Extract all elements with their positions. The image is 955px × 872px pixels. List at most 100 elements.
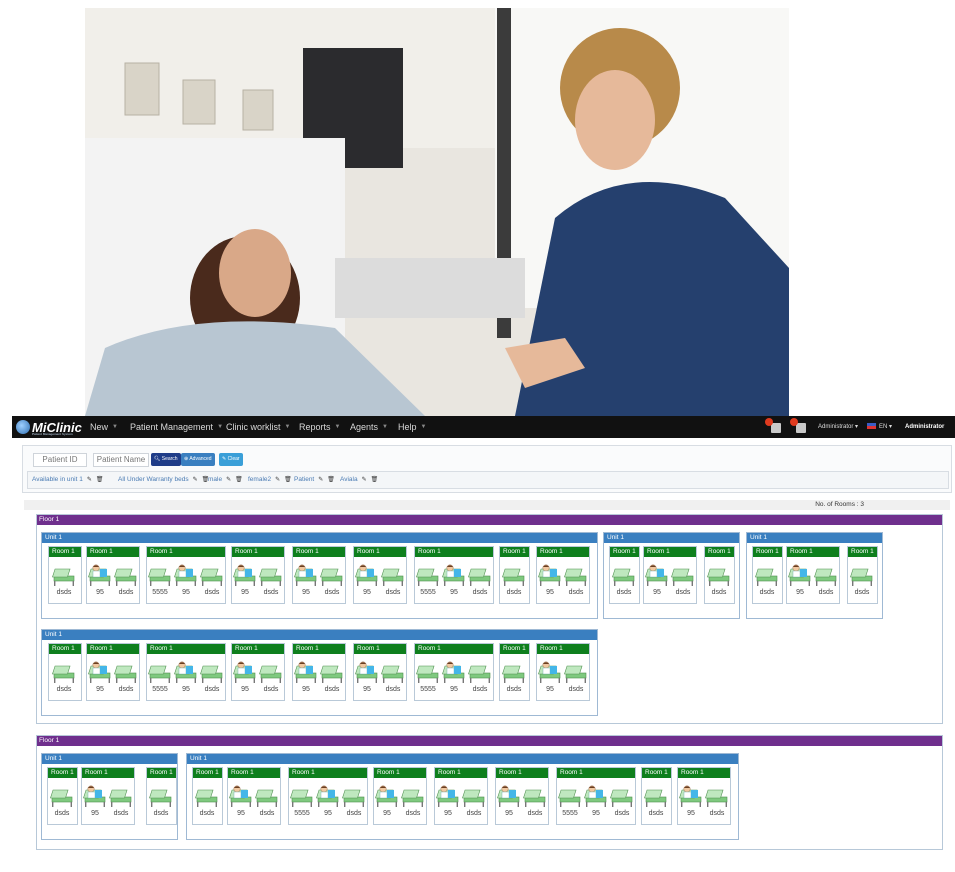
trash-icon[interactable]: 🗑 <box>327 477 335 483</box>
room-header[interactable]: Room 1 <box>48 768 77 778</box>
empty-bed[interactable]: dsds <box>465 658 495 698</box>
pencil-icon[interactable]: ✎ <box>193 477 198 483</box>
empty-bed[interactable]: dsds <box>49 561 79 601</box>
empty-bed[interactable]: dsds <box>317 561 347 601</box>
empty-bed[interactable]: dsds <box>847 561 877 601</box>
unit-header[interactable]: Unit 1 <box>42 754 177 764</box>
room-header[interactable]: Room 1 <box>435 768 487 778</box>
room-header[interactable]: Room 1 <box>147 644 225 654</box>
empty-bed[interactable]: dsds <box>641 782 671 822</box>
room-header[interactable]: Room 1 <box>500 547 529 557</box>
saved-filter[interactable]: male ✎ 🗑 <box>208 472 243 488</box>
empty-bed[interactable]: dsds <box>256 561 286 601</box>
room-header[interactable]: Room 1 <box>374 768 426 778</box>
room-header[interactable]: Room 1 <box>193 768 222 778</box>
empty-bed[interactable]: dsds <box>317 658 347 698</box>
patient-name-input[interactable]: Patient Name <box>93 453 149 467</box>
clear-button[interactable]: ✎ Clear <box>219 453 243 466</box>
empty-bed[interactable]: dsds <box>111 561 141 601</box>
room-header[interactable]: Room 1 <box>87 644 139 654</box>
notifications-icon[interactable] <box>765 418 781 433</box>
empty-bed[interactable]: dsds <box>398 782 428 822</box>
pencil-icon[interactable]: ✎ <box>362 477 367 483</box>
language-dropdown[interactable]: EN ▾ <box>867 416 892 438</box>
empty-bed[interactable]: dsds <box>256 658 286 698</box>
empty-bed[interactable]: dsds <box>111 658 141 698</box>
menu-help[interactable]: Help ▼ <box>398 416 426 438</box>
empty-bed[interactable]: dsds <box>561 561 591 601</box>
room-header[interactable]: Room 1 <box>642 768 671 778</box>
saved-filter[interactable]: Available in unit 1 ✎ 🗑 <box>32 472 104 488</box>
empty-bed[interactable]: dsds <box>561 658 591 698</box>
menu-patient-management[interactable]: Patient Management ▼ <box>130 416 223 438</box>
room-header[interactable]: Room 1 <box>644 547 696 557</box>
room-header[interactable]: Room 1 <box>500 644 529 654</box>
room-header[interactable]: Room 1 <box>293 547 345 557</box>
menu-agents[interactable]: Agents ▼ <box>350 416 388 438</box>
pencil-icon[interactable]: ✎ <box>275 477 280 483</box>
empty-bed[interactable]: dsds <box>146 782 176 822</box>
room-header[interactable]: Room 1 <box>415 644 493 654</box>
empty-bed[interactable]: dsds <box>609 561 639 601</box>
room-header[interactable]: Room 1 <box>848 547 877 557</box>
menu-new[interactable]: New ▼ <box>90 416 118 438</box>
room-header[interactable]: Room 1 <box>753 547 782 557</box>
unit-header[interactable]: Unit 1 <box>42 533 597 543</box>
room-header[interactable]: Room 1 <box>49 547 81 557</box>
empty-bed[interactable]: dsds <box>49 658 79 698</box>
empty-bed[interactable]: dsds <box>811 561 841 601</box>
empty-bed[interactable]: dsds <box>339 782 369 822</box>
room-header[interactable]: Room 1 <box>787 547 839 557</box>
room-header[interactable]: Room 1 <box>705 547 734 557</box>
brand-logo[interactable]: MiClinic Patient Management System <box>16 418 82 436</box>
trash-icon[interactable]: 🗑 <box>235 477 243 483</box>
empty-bed[interactable]: dsds <box>192 782 222 822</box>
room-header[interactable]: Room 1 <box>232 644 284 654</box>
unit-header[interactable]: Unit 1 <box>604 533 739 543</box>
trash-icon[interactable]: 🗑 <box>371 477 379 483</box>
search-button[interactable]: 🔍︎ Search <box>151 453 181 466</box>
unit-header[interactable]: Unit 1 <box>747 533 882 543</box>
pencil-icon[interactable]: ✎ <box>318 477 323 483</box>
messages-icon[interactable] <box>790 418 806 433</box>
saved-filter[interactable]: Aviala ✎ 🗑 <box>340 472 378 488</box>
empty-bed[interactable]: dsds <box>499 561 529 601</box>
room-header[interactable]: Room 1 <box>49 644 81 654</box>
room-header[interactable]: Room 1 <box>537 547 589 557</box>
advanced-button[interactable]: ⊕ Advanced <box>181 453 215 466</box>
pencil-icon[interactable]: ✎ <box>226 477 231 483</box>
pencil-icon[interactable]: ✎ <box>87 477 92 483</box>
room-header[interactable]: Room 1 <box>415 547 493 557</box>
room-header[interactable]: Room 1 <box>537 644 589 654</box>
empty-bed[interactable]: dsds <box>459 782 489 822</box>
empty-bed[interactable]: dsds <box>668 561 698 601</box>
floor-header[interactable]: Floor 1 <box>37 736 942 746</box>
menu-reports[interactable]: Reports ▼ <box>299 416 340 438</box>
room-header[interactable]: Room 1 <box>354 547 406 557</box>
room-header[interactable]: Room 1 <box>147 547 225 557</box>
room-header[interactable]: Room 1 <box>557 768 635 778</box>
empty-bed[interactable]: dsds <box>378 561 408 601</box>
room-header[interactable]: Room 1 <box>147 768 176 778</box>
empty-bed[interactable]: dsds <box>47 782 77 822</box>
room-header[interactable]: Room 1 <box>228 768 280 778</box>
trash-icon[interactable]: 🗑 <box>284 477 292 483</box>
patient-id-input[interactable]: Patient ID <box>33 453 87 467</box>
empty-bed[interactable]: dsds <box>197 658 227 698</box>
saved-filter[interactable]: Patient ✎ 🗑 <box>294 472 335 488</box>
room-header[interactable]: Room 1 <box>496 768 548 778</box>
empty-bed[interactable]: dsds <box>197 561 227 601</box>
saved-filter[interactable]: female2 ✎ 🗑 <box>248 472 292 488</box>
user-role-dropdown[interactable]: Administrator ▾ <box>818 416 858 438</box>
unit-header[interactable]: Unit 1 <box>42 630 597 640</box>
empty-bed[interactable]: dsds <box>499 658 529 698</box>
empty-bed[interactable]: dsds <box>378 658 408 698</box>
room-header[interactable]: Room 1 <box>232 547 284 557</box>
room-header[interactable]: Room 1 <box>678 768 730 778</box>
empty-bed[interactable]: dsds <box>607 782 637 822</box>
room-header[interactable]: Room 1 <box>610 547 639 557</box>
room-header[interactable]: Room 1 <box>354 644 406 654</box>
room-header[interactable]: Room 1 <box>289 768 367 778</box>
empty-bed[interactable]: dsds <box>702 782 732 822</box>
empty-bed[interactable]: dsds <box>106 782 136 822</box>
